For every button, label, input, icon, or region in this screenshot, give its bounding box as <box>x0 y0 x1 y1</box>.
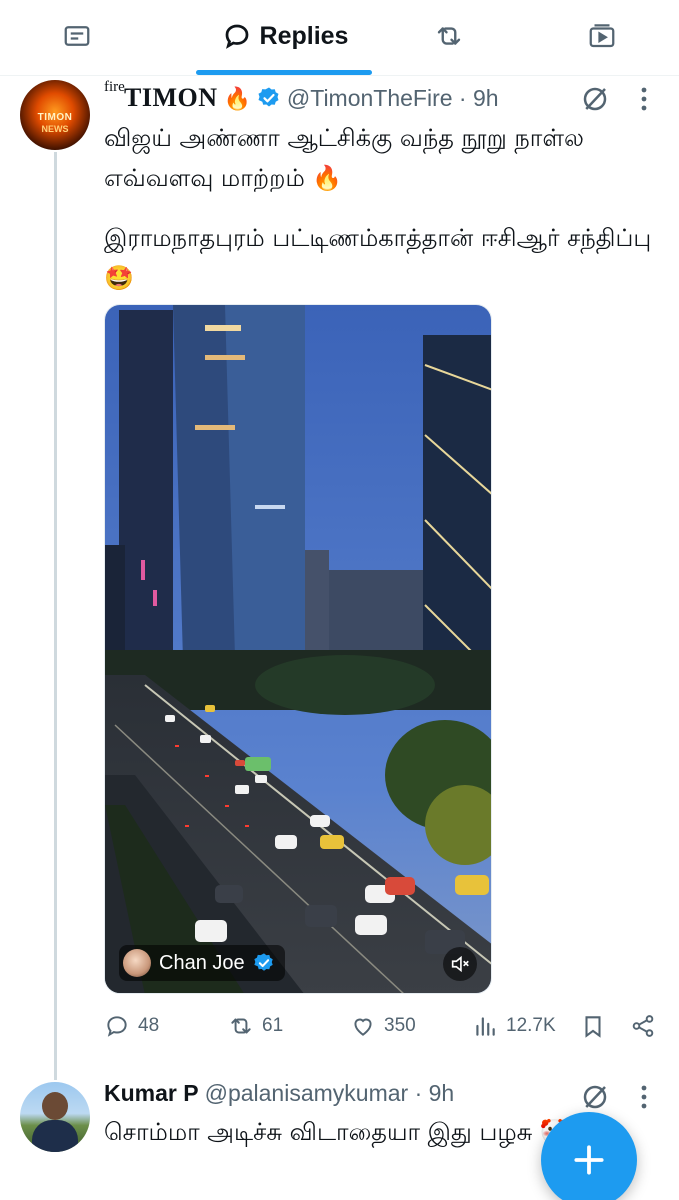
tab-reposts[interactable] <box>412 0 486 72</box>
like-count: 350 <box>384 1015 416 1036</box>
views-button[interactable]: 12.7K <box>472 1008 556 1044</box>
repost-button[interactable]: 61 <box>228 1008 283 1044</box>
repost-icon <box>231 1018 251 1034</box>
thread-connector <box>54 152 57 1080</box>
reply-count: 48 <box>138 1015 160 1036</box>
repost-count: 61 <box>262 1015 284 1036</box>
handle-and-time[interactable]: @TimonTheFire · 9h <box>287 85 499 112</box>
news-icon <box>64 26 90 46</box>
tab-bar: Replies <box>0 0 679 76</box>
share-icon <box>632 1015 654 1037</box>
tab-replies[interactable]: Replies <box>170 0 400 72</box>
grok-icon[interactable] <box>580 84 610 114</box>
verified-badge-icon <box>258 87 279 107</box>
credit-avatar <box>123 949 151 977</box>
view-count: 12.7K <box>506 1015 556 1036</box>
name-emoji: 🔥 <box>223 87 251 112</box>
reply-button[interactable]: 48 <box>104 1008 159 1044</box>
tweet-video[interactable]: Chan Joe <box>104 304 492 994</box>
like-icon <box>354 1018 372 1036</box>
tweet-text-line1: விஜய் அண்ணா ஆட்சிக்கு வந்த நூறு நாள்ல எவ… <box>104 124 584 192</box>
avatar-subtext: NEWS <box>41 124 69 134</box>
avatar[interactable]: TIMON NEWS <box>20 80 90 150</box>
tab-articles[interactable] <box>40 0 114 72</box>
active-tab-indicator <box>196 70 372 75</box>
tweet-header: TIMON 🔥 @TimonTheFire · 9h <box>104 82 499 116</box>
mute-icon <box>451 955 469 973</box>
bookmark-button[interactable] <box>580 1008 606 1044</box>
handle-and-time[interactable]: @palanisamykumar · 9h <box>205 1080 455 1107</box>
tweet-text-line2: இராமநாதபுரம் பட்டிணம்காத்தான் ஈசிஆர் சந்… <box>104 224 652 292</box>
plus-icon <box>574 1145 604 1175</box>
tweet-actions: 48 61 350 12.7K <box>104 1008 664 1044</box>
more-icon[interactable] <box>640 86 648 112</box>
avatar-body <box>32 1120 78 1152</box>
mute-button[interactable] <box>443 947 477 981</box>
tab-replies-label: Replies <box>259 21 349 50</box>
like-button[interactable]: 350 <box>350 1008 416 1044</box>
avatar-head <box>42 1092 68 1120</box>
display-name[interactable]: TIMON <box>124 83 218 113</box>
verified-badge-icon <box>254 953 273 971</box>
avatar-text: TIMON <box>37 112 73 123</box>
display-name[interactable]: Kumar P <box>104 1080 199 1107</box>
video-frame <box>105 305 491 993</box>
compose-button[interactable] <box>541 1112 637 1200</box>
avatar[interactable] <box>20 1082 90 1152</box>
repost-icon <box>437 27 461 45</box>
reply-icon <box>107 1016 127 1037</box>
tab-videos[interactable] <box>565 0 639 72</box>
bookmark-icon <box>585 1016 601 1038</box>
video-credit-tag[interactable]: Chan Joe <box>119 945 285 981</box>
more-icon[interactable] <box>640 1084 648 1110</box>
reply-header: Kumar P @palanisamykumar · 9h <box>104 1080 454 1114</box>
video-icon <box>589 24 615 48</box>
grok-icon[interactable] <box>580 1082 610 1112</box>
share-button[interactable] <box>630 1008 656 1044</box>
reply-bubble-icon <box>225 24 248 49</box>
views-icon <box>476 1017 495 1036</box>
credit-name: Chan Joe <box>159 951 245 974</box>
